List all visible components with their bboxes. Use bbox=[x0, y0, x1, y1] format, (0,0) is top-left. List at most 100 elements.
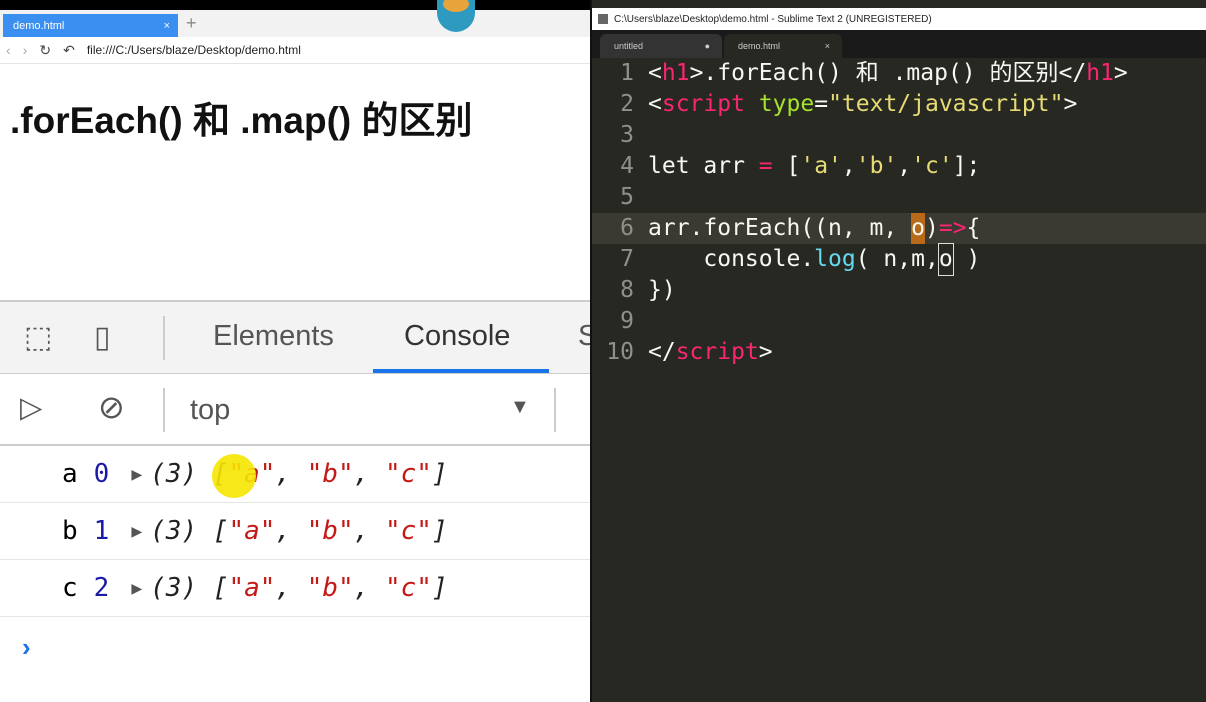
tab-label: untitled bbox=[614, 41, 644, 51]
array-preview[interactable]: (3) ["a", "b", "c"] bbox=[150, 459, 447, 489]
code-line: 5 bbox=[592, 182, 1206, 213]
forward-icon[interactable]: › bbox=[23, 42, 28, 58]
code-token: console. bbox=[648, 246, 815, 272]
array-item: "c" bbox=[385, 516, 432, 546]
tab-strip: demo.html × + bbox=[0, 10, 590, 37]
active-tab-indicator bbox=[373, 369, 549, 373]
sublime-app-icon bbox=[598, 14, 608, 24]
back-icon[interactable]: ‹ bbox=[6, 42, 11, 58]
code-editor[interactable]: 1 < h1 >.forEach() 和 .map() 的区别</h1 >2 < scrip… bbox=[592, 58, 1206, 368]
context-select[interactable]: top bbox=[190, 394, 230, 427]
log-value: b bbox=[62, 516, 78, 546]
array-length: (3) bbox=[150, 516, 198, 546]
array-length: (3) bbox=[150, 459, 198, 489]
console-log-row: c 2 ▶ (3) ["a", "b", "c"] bbox=[0, 560, 590, 617]
console-log-row: a0 ▶ (3) ["a", "b", "c"] bbox=[0, 446, 590, 503]
code-token: = bbox=[814, 91, 829, 117]
devtools-tabbar: ⬚ ▯ Elements Console S bbox=[0, 302, 597, 374]
divider bbox=[163, 316, 165, 360]
array-preview[interactable]: (3) ["a", "b", "c"] bbox=[150, 516, 447, 546]
console-log-row: b 1 ▶ (3) ["a", "b", "c"] bbox=[0, 503, 590, 560]
divider bbox=[163, 388, 165, 432]
code-token: "text/javascript" bbox=[828, 91, 1064, 117]
undo-icon[interactable]: ↶ bbox=[63, 42, 75, 59]
expand-triangle-icon[interactable]: ▶ bbox=[131, 464, 142, 485]
tab-console[interactable]: Console bbox=[404, 320, 510, 353]
tab-title: demo.html bbox=[13, 19, 65, 32]
close-tab-icon[interactable]: × bbox=[825, 41, 830, 51]
sidebar-toggle-icon[interactable]: ▷ bbox=[20, 390, 42, 425]
code-token: = bbox=[758, 153, 773, 179]
clear-console-icon[interactable]: ⊘ bbox=[98, 388, 125, 426]
array-item: "c" bbox=[385, 459, 432, 489]
array-item: "c" bbox=[385, 573, 432, 603]
code-token: 'a' bbox=[800, 153, 842, 179]
code-token: h1 bbox=[661, 60, 690, 86]
browser-tab[interactable]: demo.html × bbox=[3, 14, 178, 37]
expand-triangle-icon[interactable]: ▶ bbox=[131, 578, 142, 599]
code-line: 3 bbox=[592, 120, 1206, 151]
line-number: 7 bbox=[620, 246, 634, 272]
editor-tab-untitled[interactable]: untitled ● bbox=[600, 34, 722, 58]
array-length: (3) bbox=[150, 573, 198, 603]
code-token: < bbox=[648, 91, 662, 117]
code-token: ( n,m, bbox=[855, 246, 939, 272]
close-tab-icon[interactable]: × bbox=[164, 20, 170, 32]
inspect-icon[interactable]: ⬚ bbox=[24, 320, 52, 355]
browser-window: demo.html × + ‹ › ↻ ↶ file:///C:/Users/bl… bbox=[0, 10, 597, 702]
console-prompt[interactable]: › bbox=[22, 632, 31, 663]
code-line: 6 arr.forEach((n, m, o) =>{ bbox=[592, 213, 1206, 244]
code-token: </ bbox=[648, 339, 676, 365]
page-heading: .forEach() 和 .map() 的区别 bbox=[10, 100, 473, 141]
code-token: > bbox=[1063, 91, 1078, 117]
code-line: 1 < h1 >.forEach() 和 .map() 的区别</h1 > bbox=[592, 58, 1206, 89]
code-line: 7 console. log( n,m, o ) bbox=[592, 243, 1206, 276]
line-number: 3 bbox=[620, 122, 634, 148]
code-token: 'b' bbox=[855, 153, 898, 179]
code-token: < bbox=[648, 60, 662, 86]
line-number: 1 bbox=[620, 60, 634, 86]
code-token: script bbox=[675, 339, 759, 365]
tab-elements[interactable]: Elements bbox=[213, 320, 334, 353]
code-token: >.forEach() 和 .map() 的区别</ bbox=[689, 60, 1087, 86]
editor-tabbar: untitled ● demo.html × bbox=[592, 30, 1206, 58]
reload-icon[interactable]: ↻ bbox=[39, 42, 51, 59]
log-index: 0 bbox=[93, 459, 110, 489]
window-title: C:\Users\blaze\Desktop\demo.html - Subli… bbox=[614, 13, 932, 25]
window-titlebar: C:\Users\blaze\Desktop\demo.html - Subli… bbox=[592, 8, 1206, 30]
array-item: "b" bbox=[306, 459, 354, 489]
array-item: "a" bbox=[228, 516, 276, 546]
code-line: 9 bbox=[592, 306, 1206, 337]
log-index: 1 bbox=[93, 516, 110, 546]
address-bar: ‹ › ↻ ↶ file:///C:/Users/blaze/Desktop/d… bbox=[0, 37, 590, 64]
unsaved-dot-icon: ● bbox=[704, 41, 710, 51]
line-number: 8 bbox=[620, 277, 634, 303]
tab-label: demo.html bbox=[738, 41, 781, 51]
device-toggle-icon[interactable]: ▯ bbox=[94, 320, 111, 355]
code-token: type bbox=[758, 91, 815, 117]
new-tab-button[interactable]: + bbox=[186, 13, 197, 34]
chevron-down-icon[interactable]: ▼ bbox=[510, 396, 530, 419]
log-value: c bbox=[62, 573, 78, 603]
log-value: a bbox=[62, 459, 78, 489]
code-token: script bbox=[661, 91, 745, 117]
line-number: 10 bbox=[606, 339, 634, 365]
array-item: "a" bbox=[228, 573, 276, 603]
code-token: > bbox=[758, 339, 773, 365]
editor-tab-demo[interactable]: demo.html × bbox=[724, 34, 842, 58]
code-token: > bbox=[1113, 60, 1128, 86]
code-token: [ bbox=[772, 153, 801, 179]
sublime-window: C:\Users\blaze\Desktop\demo.html - Subli… bbox=[590, 0, 1206, 702]
code-token: o bbox=[911, 213, 925, 244]
code-token: ) bbox=[952, 246, 981, 272]
url-input[interactable]: file:///C:/Users/blaze/Desktop/demo.html bbox=[87, 43, 301, 57]
console-toolbar: ▷ ⊘ top ▼ bbox=[0, 374, 590, 446]
expand-triangle-icon[interactable]: ▶ bbox=[131, 521, 142, 542]
array-item: "b" bbox=[306, 516, 354, 546]
code-token: ) bbox=[924, 215, 939, 241]
array-preview[interactable]: (3) ["a", "b", "c"] bbox=[150, 573, 447, 603]
code-token: h1 bbox=[1086, 60, 1114, 86]
line-number: 6 bbox=[620, 215, 634, 241]
code-token: }) bbox=[648, 277, 676, 303]
